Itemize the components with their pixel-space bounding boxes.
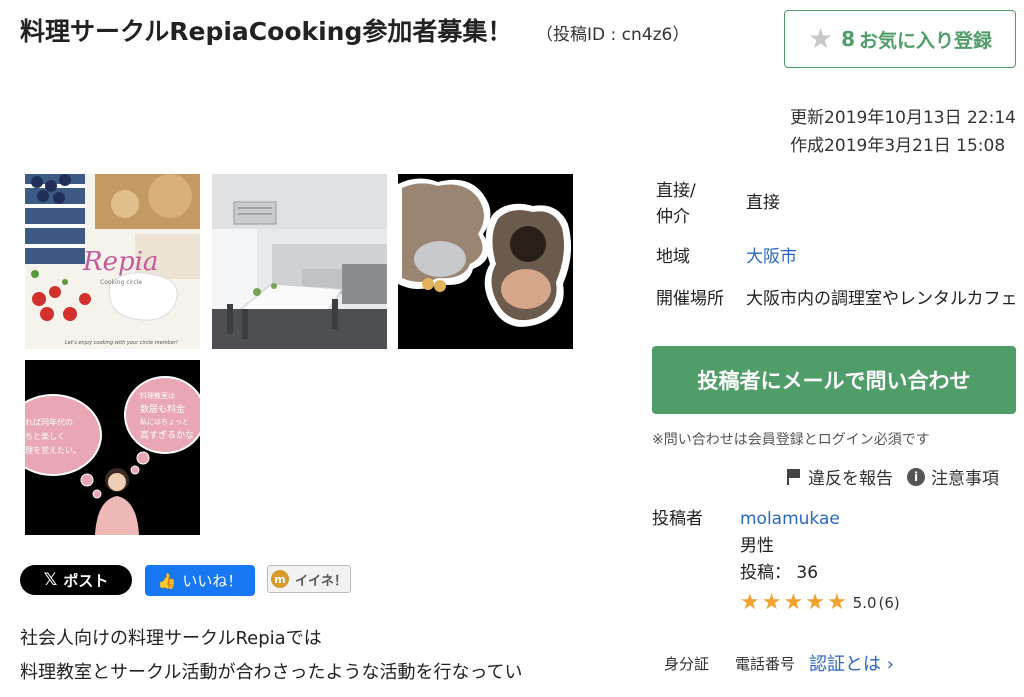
gallery-image-3[interactable]: [398, 174, 573, 349]
poster-rating: ★ ★ ★ ★ ★ 5.0 (6): [740, 592, 900, 614]
svg-text:れば同年代の: れば同年代の: [25, 417, 73, 427]
mixi-logo-icon: m: [270, 570, 289, 588]
x-post-button[interactable]: 𝕏 ポスト: [20, 565, 132, 595]
info-val-venue: 大阪市内の調理室やレンタルカフェ: [746, 289, 1018, 309]
svg-text:Cooking circle: Cooking circle: [100, 279, 142, 286]
star-icon: ★: [826, 590, 847, 615]
svg-text:Let's enjoy cooking with your: Let's enjoy cooking with your circle mem…: [65, 340, 178, 346]
description-line: 社会人向けの料理サークルRepiaでは: [20, 628, 322, 649]
svg-text:料理教室は: 料理教室は: [140, 391, 175, 400]
info-row-type: 直接/ 仲介 直接: [656, 178, 1016, 230]
info-val-type: 直接: [746, 193, 780, 213]
rating-count: (6): [878, 594, 900, 612]
svg-text:理を覚えたい。: 理を覚えたい。: [25, 445, 81, 455]
star-icon: ★: [740, 590, 760, 615]
info-row-venue: 開催場所 大阪市内の調理室やレンタルカフェ: [656, 286, 1018, 338]
star-icon: ★: [807, 22, 834, 55]
verification-help-link[interactable]: 認証とは ›: [809, 650, 894, 676]
info-row-area: 地域 大阪市: [656, 244, 1016, 270]
svg-text:私にはちょっと: 私にはちょっと: [140, 417, 189, 426]
updated-date: 更新2019年10月13日 22:14: [790, 108, 1016, 128]
info-key-area: 地域: [656, 247, 690, 267]
contact-note: ※問い合わせは会員登録とログイン必須です: [652, 432, 930, 448]
notice-link[interactable]: 注意事項: [931, 464, 999, 489]
svg-text:Repia: Repia: [82, 247, 158, 277]
favorite-button[interactable]: ★ 8 お気に入り登録: [784, 10, 1016, 68]
favorite-label: お気に入り登録: [859, 29, 993, 52]
poster-post-count: 投稿： 36: [740, 563, 819, 583]
gallery-image-2[interactable]: [212, 174, 387, 349]
facebook-like-button[interactable]: 👍 いいね！: [145, 565, 255, 596]
description-line: 料理教室とサークル活動が合わさったような活動を行なってい: [20, 662, 523, 683]
page-title: 料理サークルRepiaCooking参加者募集！: [20, 17, 513, 46]
svg-text:ちと楽しく: ちと楽しく: [25, 431, 65, 441]
mixi-like-button[interactable]: m イイネ！: [267, 565, 351, 593]
star-icon: ★: [805, 590, 825, 615]
favorite-count: 8: [841, 27, 855, 51]
gallery-image-1[interactable]: Repia Cooking circle Let's enjoy cooking…: [25, 174, 200, 349]
star-icon: ★: [761, 590, 782, 615]
report-link[interactable]: 違反を報告: [808, 464, 893, 489]
poster-gender: 男性: [740, 536, 774, 556]
x-post-label: ポスト: [63, 571, 109, 590]
svg-text:数居も料金: 数居も料金: [140, 403, 185, 415]
post-id: （投稿ID : cn4z6）: [536, 25, 690, 45]
info-icon: i: [907, 467, 925, 486]
rating-value: 5.0: [852, 594, 877, 612]
contact-by-email-button[interactable]: 投稿者にメールで問い合わせ: [652, 346, 1016, 414]
verification-bar: 身分証 電話番号 認証とは ›: [664, 650, 894, 676]
svg-text:高すぎるかな: 高すぎるかな: [140, 429, 194, 441]
info-key-type: 直接/ 仲介: [656, 181, 696, 227]
post-description: 社会人向けの料理サークルRepiaでは 料理教室とサークル活動が合わさったような…: [20, 622, 523, 690]
gallery-image-4[interactable]: れば同年代の ちと楽しく 理を覚えたい。 料理教室は 数居も料金 私にはちょっと…: [25, 360, 200, 535]
poster-name-link[interactable]: molamukae: [740, 506, 840, 532]
star-icon: ★: [783, 590, 804, 615]
poster-label: 投稿者: [652, 509, 703, 529]
id-verification-label: 身分証: [664, 654, 710, 673]
flag-icon: [786, 468, 802, 486]
area-link[interactable]: 大阪市: [746, 244, 1024, 270]
post-dates: 更新2019年10月13日 22:14 作成2019年3月21日 15:08: [790, 104, 1016, 160]
poster-info: 投稿者 molamukae 男性 投稿： 36: [652, 506, 1016, 590]
info-key-venue: 開催場所: [656, 289, 724, 309]
report-bar: 違反を報告 i 注意事項: [786, 464, 999, 489]
created-date: 作成2019年3月21日 15:08: [790, 136, 1006, 156]
thumbs-up-icon: 👍: [157, 571, 177, 590]
mixi-like-label: イイネ！: [294, 573, 347, 589]
facebook-like-label: いいね！: [182, 572, 243, 590]
phone-verification-label: 電話番号: [735, 654, 796, 673]
x-logo-icon: 𝕏: [43, 570, 58, 590]
